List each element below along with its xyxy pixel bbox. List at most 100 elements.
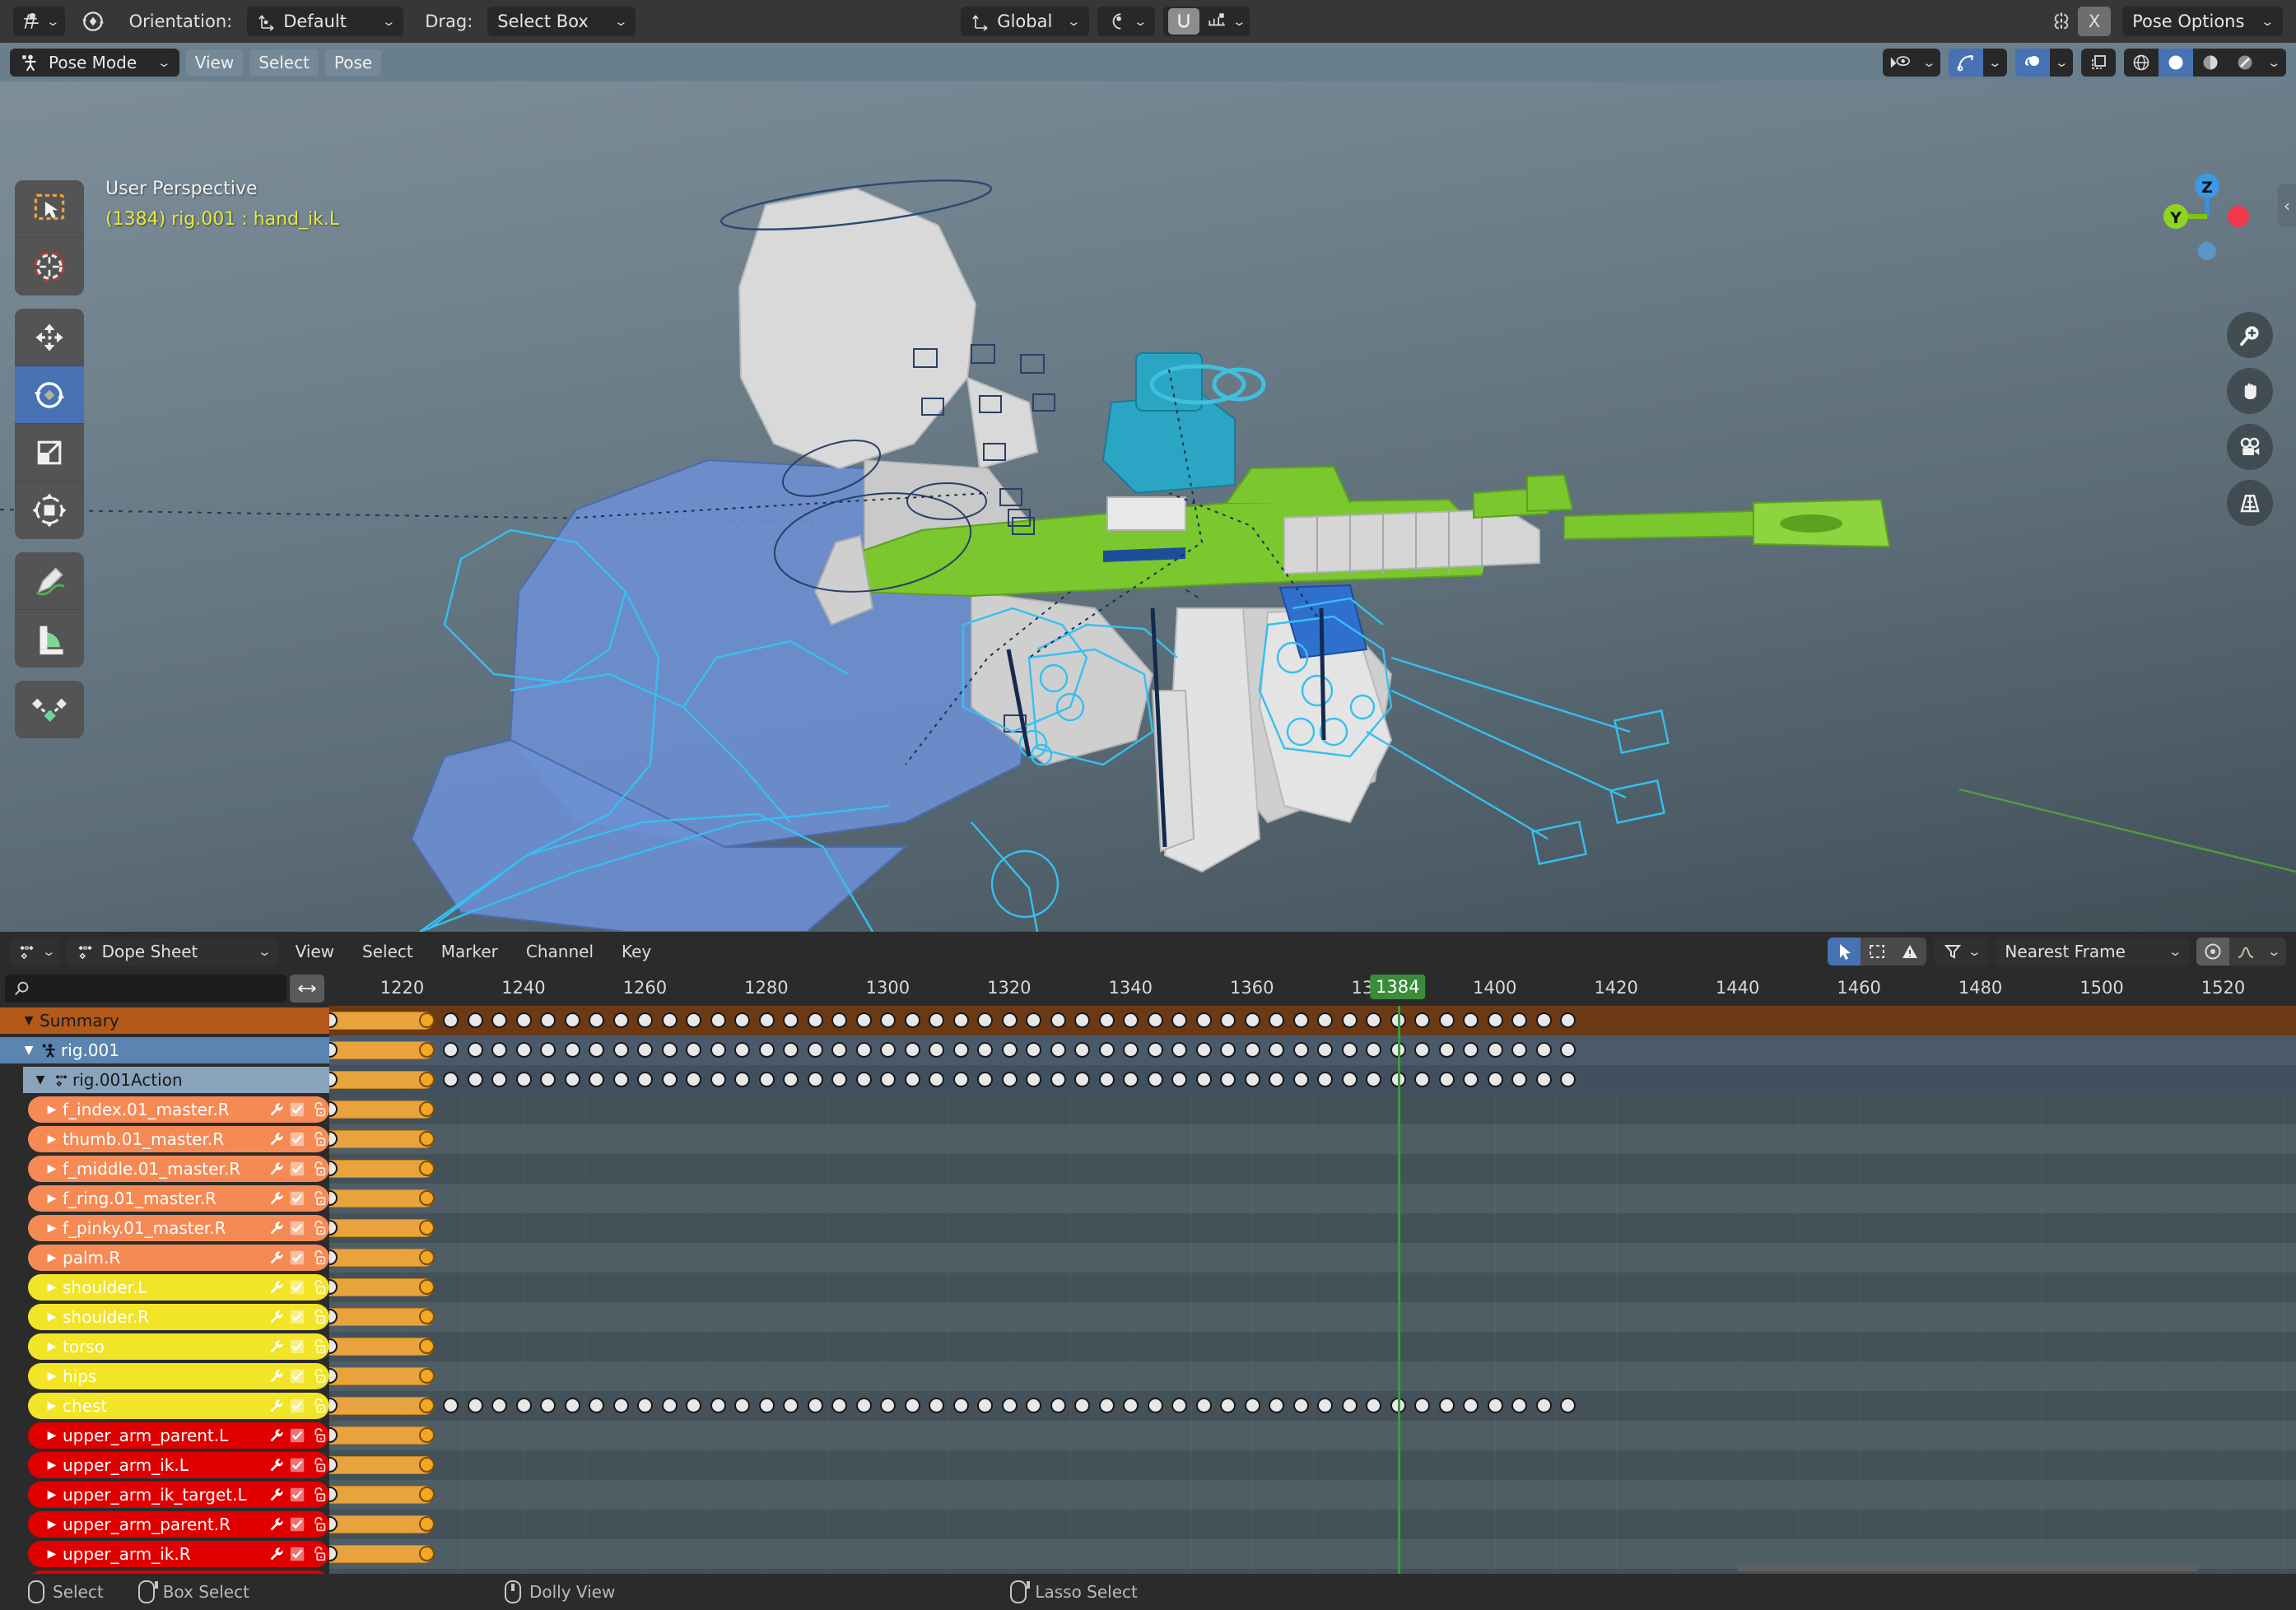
keyframe-dot[interactable] bbox=[977, 1398, 994, 1413]
keyframe-dot[interactable] bbox=[1050, 1072, 1066, 1087]
channel-row[interactable]: ▶ f_index.01_master.R bbox=[0, 1095, 329, 1124]
keyframe-dot[interactable] bbox=[1195, 1398, 1212, 1413]
keyframe-dot[interactable] bbox=[612, 1012, 629, 1028]
keyframe-dot[interactable] bbox=[1511, 1042, 1528, 1058]
keyframe-dot[interactable] bbox=[1220, 1398, 1236, 1413]
keyframe-block[interactable] bbox=[329, 1426, 434, 1445]
keyframe-dot[interactable] bbox=[1487, 1398, 1503, 1413]
keyframe-block[interactable] bbox=[329, 1278, 434, 1296]
keyframe-dot[interactable] bbox=[904, 1012, 920, 1028]
box-select-icon[interactable] bbox=[1860, 938, 1893, 966]
checkbox-checked-icon[interactable] bbox=[286, 1456, 308, 1474]
keyframe-dot[interactable] bbox=[589, 1012, 605, 1028]
keyframe-dot[interactable] bbox=[1147, 1398, 1163, 1413]
unlocked-padlock-icon[interactable] bbox=[308, 1100, 329, 1119]
channel-row[interactable]: ▶ f_middle.01_master.R bbox=[0, 1154, 329, 1184]
playhead[interactable] bbox=[1397, 1006, 1400, 1574]
chevron-right-icon[interactable]: ▶ bbox=[41, 1488, 63, 1501]
keyframe-block[interactable] bbox=[329, 1515, 434, 1533]
keyframe-dot[interactable] bbox=[734, 1398, 751, 1413]
chevron-down-icon[interactable]: ⌄ bbox=[2262, 938, 2286, 966]
keyframe-dot[interactable] bbox=[734, 1072, 751, 1087]
keyframe-dot[interactable] bbox=[1414, 1398, 1431, 1413]
keyframe-dot[interactable] bbox=[589, 1072, 605, 1087]
unlocked-padlock-icon[interactable] bbox=[308, 1189, 329, 1208]
keyframe-row[interactable] bbox=[329, 1391, 2296, 1421]
keyframe-dot[interactable] bbox=[443, 1042, 459, 1058]
keyframe-dot[interactable] bbox=[540, 1012, 557, 1028]
gizmo-dropdown[interactable]: ⌄ bbox=[1949, 48, 2007, 77]
keyframe-dot[interactable] bbox=[515, 1012, 532, 1028]
keyframe-dot[interactable] bbox=[1098, 1042, 1115, 1058]
ortho-persp-button[interactable] bbox=[2227, 480, 2273, 526]
keyframe-dot[interactable] bbox=[1244, 1398, 1260, 1413]
unlocked-padlock-icon[interactable] bbox=[308, 1219, 329, 1237]
keyframe-dot[interactable] bbox=[977, 1012, 994, 1028]
orientation-dropdown[interactable]: Default ⌄ bbox=[247, 7, 404, 36]
checkbox-checked-icon[interactable] bbox=[286, 1338, 308, 1356]
keyframe-dot[interactable] bbox=[1317, 1012, 1334, 1028]
keyframe-dot[interactable] bbox=[1341, 1398, 1358, 1413]
keyframe-dot[interactable] bbox=[1414, 1012, 1431, 1028]
keyframe-row[interactable] bbox=[329, 1243, 2296, 1273]
keyframe-dot[interactable] bbox=[831, 1012, 848, 1028]
keyframe-dot[interactable] bbox=[710, 1042, 726, 1058]
keyframe-dot-selected[interactable] bbox=[418, 1516, 435, 1532]
keyframe-dot[interactable] bbox=[1026, 1042, 1042, 1058]
keyframe-dot[interactable] bbox=[1123, 1398, 1139, 1413]
overlays-dropdown[interactable]: ⌄ bbox=[2014, 48, 2074, 77]
keyframe-block[interactable] bbox=[329, 1338, 434, 1356]
chevron-down-icon[interactable]: ▼ bbox=[18, 1014, 40, 1027]
keyframe-dot-selected[interactable] bbox=[418, 1101, 435, 1117]
keyframe-dot[interactable] bbox=[1414, 1072, 1431, 1087]
wrench-icon[interactable] bbox=[265, 1130, 286, 1148]
channel-row[interactable]: ▼ rig.001 bbox=[0, 1035, 329, 1065]
keyframe-dot[interactable] bbox=[564, 1042, 580, 1058]
keyframe-block[interactable] bbox=[329, 1100, 434, 1119]
keyframe-dot[interactable] bbox=[491, 1042, 508, 1058]
keyframe-dot[interactable] bbox=[515, 1072, 532, 1087]
ds-menu-marker[interactable]: Marker bbox=[430, 942, 510, 961]
keyframe-dot[interactable] bbox=[1511, 1072, 1528, 1087]
keyframe-dot[interactable] bbox=[1171, 1042, 1188, 1058]
keyframe-dot[interactable] bbox=[904, 1398, 920, 1413]
keyframe-dot[interactable] bbox=[977, 1042, 994, 1058]
snap-toggle-button[interactable] bbox=[1168, 8, 1200, 35]
keyframe-block[interactable] bbox=[329, 1367, 434, 1385]
keyframe-dot[interactable] bbox=[1317, 1042, 1334, 1058]
keyframe-dot[interactable] bbox=[1511, 1012, 1528, 1028]
keyframe-row[interactable] bbox=[329, 1213, 2296, 1243]
chevron-down-icon[interactable]: ▼ bbox=[18, 1044, 40, 1057]
keyframe-dot[interactable] bbox=[1560, 1042, 1576, 1058]
wrench-icon[interactable] bbox=[265, 1456, 286, 1474]
keyframe-dot[interactable] bbox=[952, 1042, 969, 1058]
keyframe-dot[interactable] bbox=[1511, 1398, 1528, 1413]
overlays-icon[interactable] bbox=[2014, 48, 2050, 77]
falloff-curve-icon[interactable] bbox=[2229, 938, 2262, 966]
channel-row[interactable]: ▶ hips bbox=[0, 1361, 329, 1391]
chevron-down-icon[interactable]: ⌄ bbox=[1983, 49, 2007, 77]
keyframe-dot[interactable] bbox=[1050, 1012, 1066, 1028]
gizmo-toggle-icon[interactable] bbox=[1949, 48, 1984, 77]
keyframe-dot[interactable] bbox=[807, 1072, 823, 1087]
keyframe-dot[interactable] bbox=[929, 1072, 945, 1087]
chevron-down-icon[interactable]: ⌄ bbox=[2262, 49, 2286, 77]
keyframe-dot-selected[interactable] bbox=[418, 1161, 435, 1176]
horizontal-scrollbar[interactable] bbox=[1737, 1565, 2198, 1571]
keyframe-dot[interactable] bbox=[855, 1042, 872, 1058]
keyframe-dot[interactable] bbox=[1535, 1042, 1552, 1058]
checkbox-checked-icon[interactable] bbox=[286, 1426, 308, 1445]
keyframe-dot[interactable] bbox=[1244, 1042, 1260, 1058]
keyframe-block[interactable] bbox=[329, 1545, 434, 1563]
channel-row[interactable]: ▶ upper_arm_parent.R bbox=[0, 1510, 329, 1539]
keyframe-dot[interactable] bbox=[1244, 1072, 1260, 1087]
keyframe-dot[interactable] bbox=[904, 1072, 920, 1087]
chevron-right-icon[interactable]: ▶ bbox=[41, 1518, 63, 1531]
channel-row[interactable]: ▶ torso bbox=[0, 1332, 329, 1361]
keyframe-block[interactable] bbox=[329, 1456, 434, 1474]
drag-dropdown[interactable]: Select Box ⌄ bbox=[487, 7, 636, 36]
chevron-right-icon[interactable]: ▶ bbox=[41, 1162, 63, 1175]
keyframe-dot-selected[interactable] bbox=[418, 1309, 435, 1324]
wrench-icon[interactable] bbox=[265, 1189, 286, 1208]
chevron-right-icon[interactable]: ▶ bbox=[41, 1459, 63, 1472]
